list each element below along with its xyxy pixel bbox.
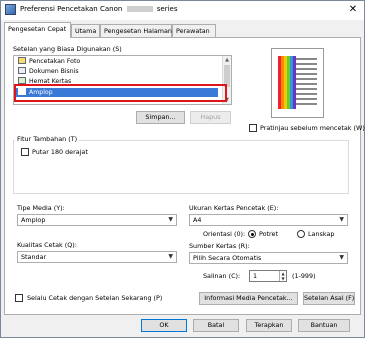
printer-media-info-button[interactable]: Informasi Media Pencetak... [199, 292, 298, 305]
tab-maintenance[interactable]: Perawatan [172, 24, 216, 37]
media-type-select[interactable]: Amplop ▼ [17, 214, 177, 226]
business-document-icon [18, 67, 26, 74]
save-button[interactable]: Simpan... [136, 111, 185, 124]
list-item-photo-printing[interactable]: Pencetakan Foto [18, 57, 80, 66]
redacted-model-name [126, 6, 153, 12]
paper-size-select[interactable]: A4 ▼ [189, 214, 348, 226]
list-item-label: Dokumen Bisnis [29, 68, 79, 75]
window-title-prefix: Preferensi Pencetakan Canon [20, 5, 123, 13]
ok-button[interactable]: OK [141, 319, 187, 332]
copies-label: Salinan (C): [203, 272, 241, 280]
photo-print-icon [18, 57, 26, 64]
scroll-up-icon[interactable]: ▲ [223, 56, 231, 64]
window-title-suffix: series [156, 5, 178, 13]
portrait-radio[interactable] [248, 230, 256, 238]
tab-main[interactable]: Utama [71, 24, 100, 37]
printer-app-icon [5, 4, 16, 15]
paper-saving-icon [18, 77, 26, 84]
paper-size-value: A4 [193, 216, 202, 224]
chevron-down-icon: ▼ [339, 216, 344, 223]
print-quality-value: Standar [21, 253, 47, 261]
always-print-label: Selalu Cetak dengan Setelan Sekarang (P) [27, 294, 163, 302]
chevron-down-icon: ▼ [168, 216, 173, 223]
copies-value: 1 [253, 272, 258, 280]
spin-arrows-icon[interactable]: ▲ ▼ [279, 271, 286, 281]
paper-source-select[interactable]: Pilih Secara Otomatis ▼ [189, 252, 348, 264]
rotate-180-label: Putar 180 derajat [32, 148, 88, 156]
close-icon[interactable]: ✕ [346, 3, 360, 16]
chevron-down-icon: ▼ [339, 254, 344, 261]
preview-before-print-checkbox[interactable] [249, 124, 257, 132]
landscape-label: Lanskap [308, 230, 335, 238]
highlight-box [14, 84, 227, 102]
always-print-checkbox[interactable] [15, 294, 23, 302]
paper-size-label: Ukuran Kertas Pencetak (E): [189, 204, 279, 212]
list-item-business-document[interactable]: Dokumen Bisnis [18, 67, 79, 76]
tab-page-setup[interactable]: Pengesetan Halaman [100, 24, 172, 37]
print-quality-select[interactable]: Standar ▼ [17, 251, 177, 263]
media-type-label: Tipe Media (Y): [17, 204, 65, 212]
window-title: Preferensi Pencetakan Canon series [20, 5, 178, 13]
preview-before-print-label: Pratinjau sebelum mencetak (W) [260, 124, 365, 132]
chevron-down-icon: ▼ [168, 253, 173, 260]
common-settings-label: Setelan yang Biasa Digunakan (S) [13, 45, 122, 53]
print-quality-label: Kualitas Cetak (Q): [17, 241, 77, 249]
paper-source-label: Sumber Kertas (R): [189, 242, 250, 250]
copies-spinbox[interactable]: 1 ▲ ▼ [249, 270, 287, 282]
defaults-button[interactable]: Setelan Asal (F) [303, 292, 355, 305]
apply-button[interactable]: Terapkan [246, 319, 292, 332]
media-type-value: Amplop [21, 216, 46, 224]
delete-button[interactable]: Hapus [190, 111, 231, 124]
copies-range: (1-999) [292, 272, 316, 280]
tab-quick-setup[interactable]: Pengesetan Cepat [4, 22, 71, 38]
preview-page-icon [278, 56, 317, 109]
portrait-label: Potret [259, 230, 278, 238]
cancel-button[interactable]: Batal [193, 319, 239, 332]
list-item-label: Pencetakan Foto [29, 58, 81, 65]
orientation-label: Orientasi (0): [203, 230, 246, 238]
additional-features-label: Fitur Tambahan (T) [15, 135, 80, 143]
print-preview-thumbnail [271, 48, 324, 118]
landscape-radio[interactable] [297, 230, 305, 238]
rotate-180-checkbox[interactable] [21, 148, 29, 156]
help-button[interactable]: Bantuan [298, 319, 350, 332]
paper-source-value: Pilih Secara Otomatis [193, 254, 262, 262]
